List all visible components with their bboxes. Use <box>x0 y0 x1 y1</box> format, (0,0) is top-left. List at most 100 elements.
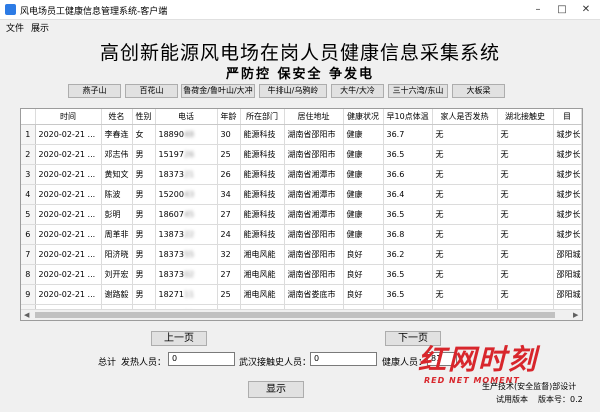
temperature-cell[interactable]: 36.7 <box>383 124 433 145</box>
name-cell[interactable]: 邓志伟 <box>101 144 133 165</box>
temperature-cell[interactable]: 36.8 <box>383 224 433 245</box>
address-cell[interactable]: 湖南省邵阳市 <box>284 144 344 165</box>
family-fever-cell[interactable]: 无 <box>432 224 498 245</box>
family-fever-cell[interactable]: 无 <box>432 144 498 165</box>
temperature-cell[interactable]: 36.5 <box>383 144 433 165</box>
table-row[interactable]: 6 2020-02-21 ... 周革非男 1387322 24 能源科技 湖南省邵阳市 健康… <box>21 224 582 245</box>
address-cell[interactable]: 湖南省邵阳市 <box>284 124 344 145</box>
extra-cell[interactable]: 城步长 <box>553 144 582 165</box>
address-cell[interactable]: 湖南省湘潭市 <box>284 184 344 205</box>
department-cell[interactable]: 能源科技 <box>240 164 285 185</box>
phone-cell[interactable]: 1860745 <box>155 204 218 225</box>
row-number[interactable]: 3 <box>21 164 36 185</box>
department-cell[interactable]: 能源科技 <box>240 204 285 225</box>
phone-cell[interactable]: 1827111 <box>155 284 218 305</box>
hubei-contact-cell[interactable]: 无 <box>497 284 554 305</box>
name-cell[interactable]: 谢路毅 <box>101 284 133 305</box>
department-cell[interactable]: 能源科技 <box>240 144 285 165</box>
column-header[interactable]: 姓名 <box>101 109 133 125</box>
column-header[interactable]: 年龄 <box>217 109 241 125</box>
department-cell[interactable]: 能源科技 <box>240 124 285 145</box>
department-cell[interactable]: 湘电风能 <box>240 264 285 285</box>
department-cell[interactable]: 湘电风能 <box>240 244 285 265</box>
hubei-contact-cell[interactable]: 无 <box>497 224 554 245</box>
column-header[interactable]: 目 <box>553 109 582 125</box>
row-number[interactable]: 9 <box>21 284 36 305</box>
name-cell[interactable]: 黄知文 <box>101 164 133 185</box>
age-cell[interactable]: 26 <box>217 164 241 185</box>
fever-count-field[interactable]: 0 <box>168 352 235 366</box>
column-header[interactable]: 健康状况 <box>343 109 384 125</box>
time-cell[interactable]: 2020-02-21 ... <box>35 284 102 305</box>
age-cell[interactable]: 27 <box>217 204 241 225</box>
scroll-right-icon[interactable]: ▶ <box>573 310 578 320</box>
time-cell[interactable]: 2020-02-21 ... <box>35 184 102 205</box>
column-header[interactable]: 早10点体温 <box>383 109 433 125</box>
health-status-cell[interactable]: 健康 <box>343 224 384 245</box>
family-fever-cell[interactable]: 无 <box>432 244 498 265</box>
age-cell[interactable]: 34 <box>217 184 241 205</box>
extra-cell[interactable]: 邵阳城 <box>553 284 582 305</box>
row-number[interactable]: 4 <box>21 184 36 205</box>
location-button-yanzishan[interactable]: 燕子山 <box>68 84 121 98</box>
horizontal-scrollbar[interactable]: ◀ ▶ <box>21 309 582 320</box>
family-fever-cell[interactable]: 无 <box>432 204 498 225</box>
table-row[interactable]: 9 2020-02-21 ... 谢路毅男 1827111 25 湘电风能 湖南省娄底市 良好… <box>21 284 582 305</box>
hubei-contact-cell[interactable]: 无 <box>497 124 554 145</box>
column-header[interactable]: 所在部门 <box>240 109 285 125</box>
hubei-contact-cell[interactable]: 无 <box>497 204 554 225</box>
extra-cell[interactable]: 城步长 <box>553 204 582 225</box>
gender-cell[interactable]: 男 <box>132 144 156 165</box>
wuhan-contact-count-field[interactable]: 0 <box>310 352 377 366</box>
menu-file[interactable]: 文件 <box>6 21 24 34</box>
health-status-cell[interactable]: 健康 <box>343 184 384 205</box>
hubei-contact-cell[interactable]: 无 <box>497 244 554 265</box>
table-row[interactable]: 4 2020-02-21 ... 陈波男 1520043 34 能源科技 湖南省湘潭市 健康 3… <box>21 184 582 205</box>
temperature-cell[interactable]: 36.5 <box>383 204 433 225</box>
table-row[interactable]: 5 2020-02-21 ... 彭明男 1860745 27 能源科技 湖南省湘潭市 健康 3… <box>21 204 582 225</box>
department-cell[interactable]: 湘电风能 <box>240 284 285 305</box>
age-cell[interactable]: 25 <box>217 284 241 305</box>
name-cell[interactable]: 彭明 <box>101 204 133 225</box>
time-cell[interactable]: 2020-02-21 ... <box>35 264 102 285</box>
age-cell[interactable]: 32 <box>217 244 241 265</box>
temperature-cell[interactable]: 36.5 <box>383 264 433 285</box>
address-cell[interactable]: 湖南省邵阳市 <box>284 264 344 285</box>
department-cell[interactable]: 能源科技 <box>240 224 285 245</box>
age-cell[interactable]: 24 <box>217 224 241 245</box>
location-button-dabanliang[interactable]: 大板梁 <box>452 84 505 98</box>
minimize-icon[interactable]: – <box>526 2 550 18</box>
time-cell[interactable]: 2020-02-21 ... <box>35 224 102 245</box>
time-cell[interactable]: 2020-02-21 ... <box>35 204 102 225</box>
family-fever-cell[interactable]: 无 <box>432 284 498 305</box>
extra-cell[interactable]: 城步长 <box>553 184 582 205</box>
table-row[interactable]: 2 2020-02-21 ... 邓志伟男 1519726 25 能源科技 湖南省邵阳市 健康… <box>21 144 582 165</box>
column-header[interactable]: 电话 <box>155 109 218 125</box>
name-cell[interactable]: 周革非 <box>101 224 133 245</box>
health-status-cell[interactable]: 健康 <box>343 124 384 145</box>
family-fever-cell[interactable]: 无 <box>432 124 498 145</box>
extra-cell[interactable]: 城步长 <box>553 164 582 185</box>
temperature-cell[interactable]: 36.2 <box>383 244 433 265</box>
column-header[interactable]: 时间 <box>35 109 102 125</box>
prev-page-button[interactable]: 上一页 <box>151 331 207 346</box>
health-status-cell[interactable]: 健康 <box>343 204 384 225</box>
phone-cell[interactable]: 1387322 <box>155 224 218 245</box>
name-cell[interactable]: 阳济晓 <box>101 244 133 265</box>
family-fever-cell[interactable]: 无 <box>432 184 498 205</box>
extra-cell[interactable]: 邵阳城 <box>553 244 582 265</box>
department-cell[interactable]: 能源科技 <box>240 184 285 205</box>
gender-cell[interactable]: 男 <box>132 184 156 205</box>
phone-cell[interactable]: 1837302 <box>155 264 218 285</box>
table-row[interactable]: 3 2020-02-21 ... 黄知文男 1837321 26 能源科技 湖南省湘潭市 健康… <box>21 164 582 185</box>
location-button-luhejin[interactable]: 鲁荷金/鲁叶山/大冲 <box>181 84 255 98</box>
table-row[interactable]: 7 2020-02-21 ... 阳济晓男 1837355 32 湘电风能 湖南省邵阳市 良好… <box>21 244 582 265</box>
menu-show[interactable]: 展示 <box>31 21 49 34</box>
gender-cell[interactable]: 男 <box>132 264 156 285</box>
address-cell[interactable]: 湖南省邵阳市 <box>284 224 344 245</box>
health-status-cell[interactable]: 良好 <box>343 284 384 305</box>
health-status-cell[interactable]: 良好 <box>343 244 384 265</box>
age-cell[interactable]: 25 <box>217 144 241 165</box>
location-button-niupaishan[interactable]: 牛排山/乌鸦岭 <box>259 84 327 98</box>
table-row[interactable]: 8 2020-02-21 ... 刘开宏男 1837302 27 湘电风能 湖南省邵阳市 良好… <box>21 264 582 285</box>
